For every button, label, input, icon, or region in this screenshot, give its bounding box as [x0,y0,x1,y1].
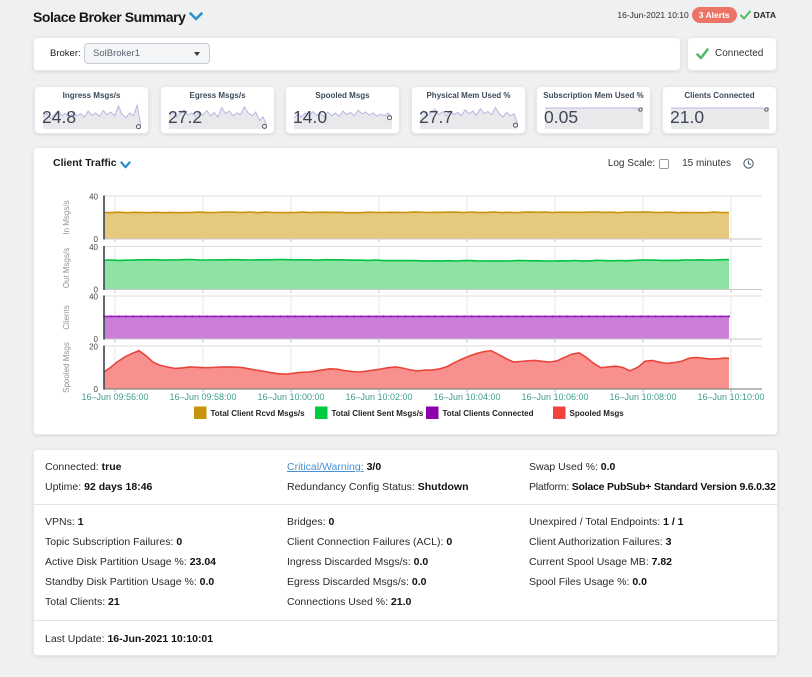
svg-text:Total Clients Connected: Total Clients Connected [443,409,534,418]
svg-text:16–Jun 10:08:00: 16–Jun 10:08:00 [609,392,676,402]
svg-text:Total Client Sent Msgs/s: Total Client Sent Msgs/s [332,409,424,418]
svg-text:Spooled Msgs: Spooled Msgs [570,409,625,418]
svg-text:16–Jun 10:02:00: 16–Jun 10:02:00 [345,392,412,402]
svg-text:16–Jun 10:06:00: 16–Jun 10:06:00 [521,392,588,402]
svg-text:16–Jun 10:10:00: 16–Jun 10:10:00 [697,392,764,402]
svg-text:20: 20 [89,343,98,352]
svg-text:16–Jun 09:58:00: 16–Jun 09:58:00 [169,392,236,402]
svg-text:40: 40 [89,243,98,252]
svg-text:16–Jun 09:56:00: 16–Jun 09:56:00 [81,392,148,402]
svg-text:16–Jun 10:04:00: 16–Jun 10:04:00 [433,392,500,402]
svg-text:Out Msgs/s: Out Msgs/s [62,248,71,288]
svg-text:In Msgs/s: In Msgs/s [62,200,71,234]
svg-text:Total Client Rcvd Msgs/s: Total Client Rcvd Msgs/s [211,409,306,418]
svg-text:40: 40 [89,293,98,302]
svg-text:Clients: Clients [62,305,71,329]
svg-text:16–Jun 10:00:00: 16–Jun 10:00:00 [257,392,324,402]
svg-text:Spooled Msgs: Spooled Msgs [62,342,71,393]
svg-text:40: 40 [89,193,98,202]
